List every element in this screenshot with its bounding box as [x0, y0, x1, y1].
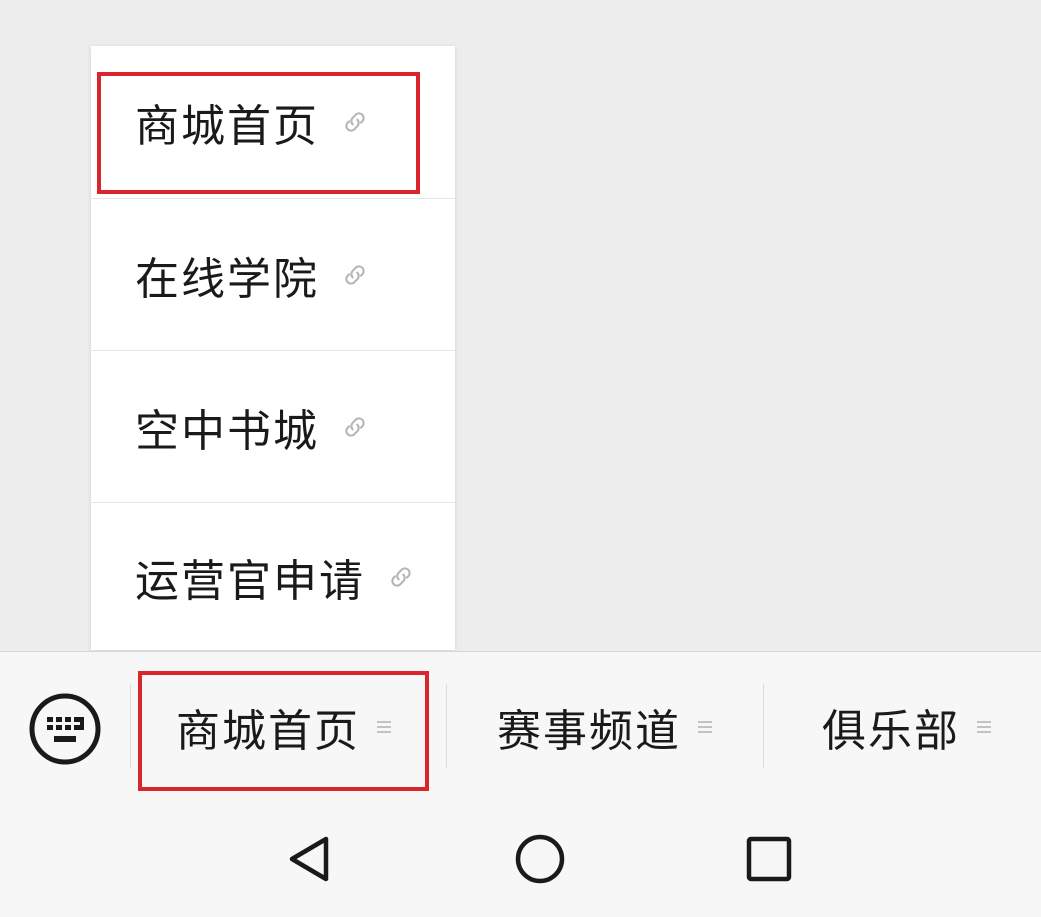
submenu-item-label: 运营官申请: [135, 555, 365, 607]
menu-tab-shop-home[interactable]: 商城首页: [140, 672, 428, 782]
back-icon[interactable]: [282, 831, 338, 887]
menu-tab-events-channel[interactable]: 赛事频道: [456, 672, 754, 782]
popup-submenu: 商城首页 在线学院 空中书城 运营官申请: [91, 46, 455, 650]
submenu-item-label: 商城首页: [135, 101, 319, 152]
link-icon: [391, 566, 411, 587]
submenu-item-operator-apply[interactable]: 运营官申请: [91, 502, 455, 650]
menu-tab-label: 俱乐部: [822, 706, 960, 757]
menu-tab-club[interactable]: 俱乐部: [773, 672, 1041, 782]
menu-lines-icon: [377, 721, 391, 733]
link-icon: [345, 264, 365, 285]
bar-divider: [446, 684, 447, 768]
system-nav-bar: [0, 801, 1041, 917]
bar-divider: [130, 684, 131, 768]
submenu-item-shop-home[interactable]: 商城首页: [91, 46, 455, 198]
menu-lines-icon: [977, 721, 991, 733]
menu-tab-label: 商城首页: [176, 706, 360, 757]
link-icon: [345, 112, 365, 132]
keyboard-icon[interactable]: [28, 692, 102, 766]
recents-icon[interactable]: [741, 831, 797, 887]
submenu-item-online-academy[interactable]: 在线学院: [91, 198, 455, 350]
menu-tab-label: 赛事频道: [497, 706, 681, 757]
submenu-item-label: 在线学院: [135, 253, 319, 305]
submenu-item-sky-bookstore[interactable]: 空中书城: [91, 350, 455, 502]
link-icon: [345, 416, 365, 437]
home-icon[interactable]: [512, 831, 568, 887]
bar-divider: [763, 684, 764, 768]
custom-menu-bar: 商城首页 赛事频道 俱乐部: [0, 651, 1041, 801]
submenu-item-label: 空中书城: [135, 405, 319, 457]
menu-lines-icon: [698, 721, 712, 733]
